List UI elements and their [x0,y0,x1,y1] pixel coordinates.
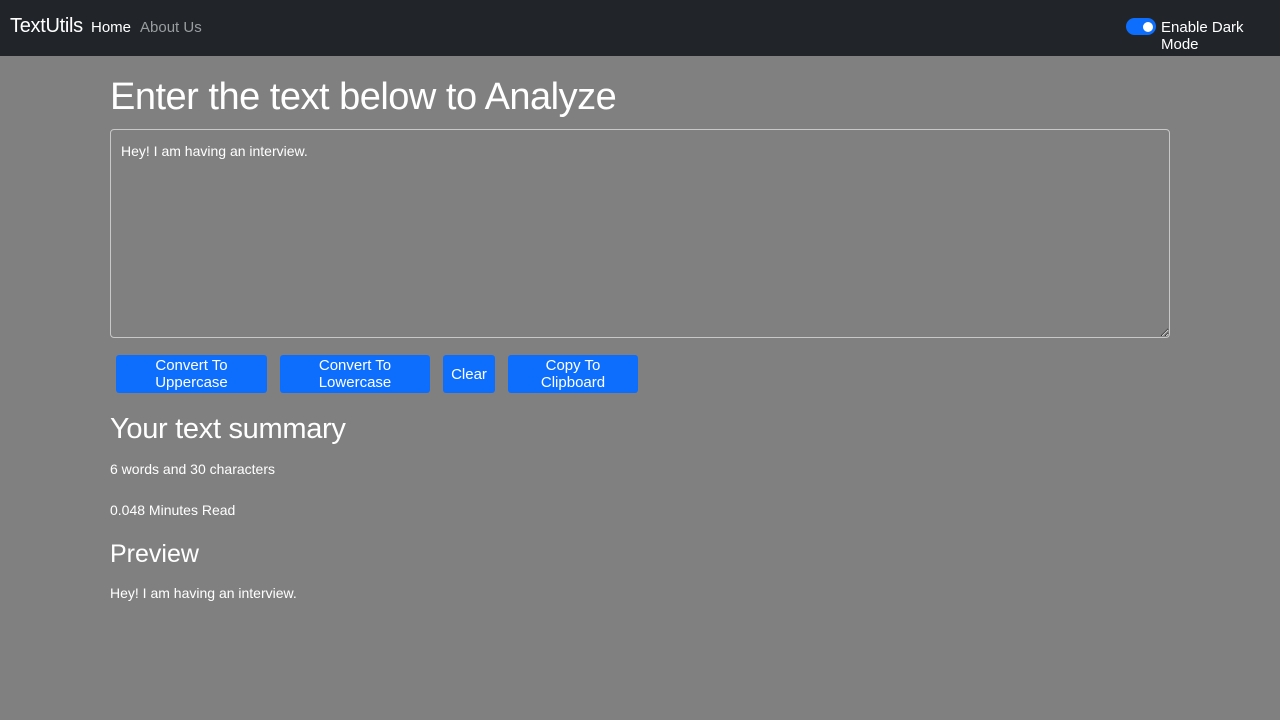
navbar: TextUtils Home About Us Enable Dark Mode [0,0,1280,56]
summary-heading: Your text summary [110,413,346,445]
clear-button[interactable]: Clear [443,355,495,393]
copy-button[interactable]: Copy To Clipboard [508,355,638,393]
preview-text: Hey! I am having an interview. [110,585,297,601]
uppercase-button[interactable]: Convert To Uppercase [116,355,267,393]
preview-heading: Preview [110,540,199,568]
nav-link-home[interactable]: Home [91,19,131,36]
lowercase-button[interactable]: Convert To Lowercase [280,355,430,393]
text-input[interactable]: Hey! I am having an interview. [110,129,1170,338]
page-title: Enter the text below to Analyze [110,76,617,118]
nav-link-about[interactable]: About Us [140,19,202,36]
dark-mode-toggle[interactable] [1126,18,1156,35]
toggle-knob [1143,21,1153,32]
dark-mode-label[interactable]: Enable Dark Mode [1161,19,1280,53]
read-time: 0.048 Minutes Read [110,502,236,518]
brand-logo[interactable]: TextUtils [10,15,83,38]
word-character-count: 6 words and 30 characters [110,461,275,477]
